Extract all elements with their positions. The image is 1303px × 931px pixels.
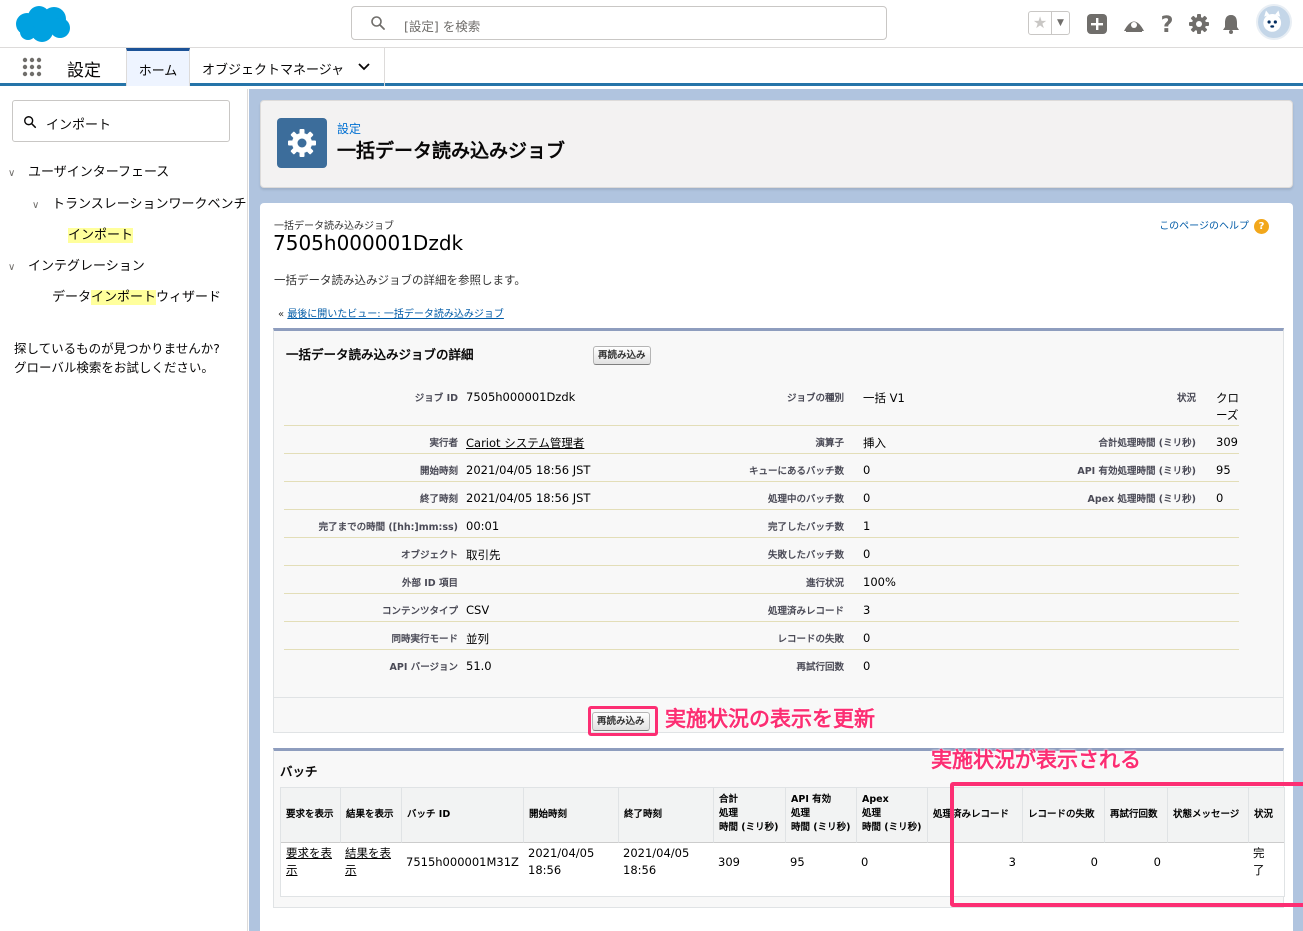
help-icon[interactable]: ? (1155, 12, 1179, 36)
trailhead-icon[interactable] (1122, 12, 1146, 36)
gear-icon[interactable] (1187, 12, 1211, 36)
page-header: 設定 一括データ読み込みジョブ (260, 100, 1293, 188)
view-result-link[interactable]: 結果を表示 (345, 845, 391, 879)
batch-total-time: 309 (718, 855, 740, 869)
chevron-down-icon[interactable]: ∨ (8, 262, 20, 273)
record-name: 7505h000001Dzdk (273, 231, 464, 255)
global-search-input[interactable]: [設定] を検索 (351, 6, 887, 40)
search-icon (24, 116, 37, 129)
back-link[interactable]: « 最後に開いたビュー: 一括データ読み込みジョブ (278, 305, 504, 320)
detail-row: 実行者 Cariot システム管理者 演算子 挿入 合計処理時間 (ミリ秒) 3… (284, 426, 1239, 454)
search-placeholder: [設定] を検索 (404, 19, 481, 34)
user-link[interactable]: Cariot システム管理者 (466, 436, 584, 450)
chevron-down-icon[interactable]: ∨ (32, 200, 44, 211)
detail-row: 同時実行モード 並列 レコードの失敗 0 (284, 622, 1239, 650)
add-icon[interactable] (1085, 12, 1109, 36)
detail-row: API バージョン 51.0 再試行回数 0 (389, 659, 871, 673)
annotation-highlight-box (950, 782, 1303, 907)
detail-row: 外部 ID 項目 進行状況 100% (284, 566, 1239, 594)
detail-row: 開始時刻 2021/04/05 18:56 JST キューにあるバッチ数 0 A… (284, 454, 1239, 482)
star-icon[interactable]: ★ (1030, 13, 1050, 33)
record-type-label: 一括データ読み込みジョブ (274, 221, 394, 232)
chevron-down-icon[interactable] (358, 62, 370, 72)
batch-end-time: 2021/04/05 18:56 (623, 846, 690, 877)
chevron-down-icon[interactable]: ∨ (8, 168, 20, 179)
reload-button[interactable]: 再読み込み (593, 346, 651, 365)
tab-home[interactable]: ホーム (126, 48, 190, 86)
setup-sidebar: インポート ∨ ユーザインターフェース ∨ トランスレーションワークベンチ インポー… (0, 89, 248, 931)
annotation-refresh-note: 実施状況の表示を更新 (665, 707, 875, 731)
section-title: バッチ (280, 764, 318, 779)
help-icon[interactable]: ? (1254, 218, 1269, 234)
favorites-dropdown-icon[interactable]: ▼ (1051, 12, 1069, 34)
detail-row: コンテンツタイプ CSV 処理済みレコード 3 (284, 594, 1239, 622)
job-detail-section: 一括データ読み込みジョブの詳細 再読み込み ジョブ ID 7505h000001… (273, 328, 1284, 736)
detail-row: 終了時刻 2021/04/05 18:56 JST 処理中のバッチ数 0 Ape… (284, 482, 1239, 510)
page-description: 一括データ読み込みジョブの詳細を参照します。 (274, 273, 526, 287)
global-header: [設定] を検索 ★ ▼ ? (0, 0, 1303, 48)
bell-icon[interactable] (1219, 12, 1243, 36)
annotation-status-note: 実施状況が表示される (931, 748, 1141, 772)
gear-icon (277, 118, 327, 168)
batch-api-time: 95 (790, 855, 805, 869)
column-header: Apex 処理 時間 (ミリ秒) (857, 788, 928, 843)
section-title: 一括データ読み込みジョブの詳細 (286, 347, 474, 362)
detail-row: オブジェクト 取引先 失敗したバッチ数 0 (284, 538, 1239, 566)
column-header: 合計 処理 時間 (ミリ秒) (714, 788, 786, 843)
tab-home-label: ホーム (138, 64, 178, 79)
avatar[interactable] (1256, 4, 1292, 40)
tree-item-integration[interactable]: ∨ インテグレーション (8, 255, 145, 274)
annotation-highlight-box (588, 706, 658, 736)
tree-item-data-import-wizard[interactable]: データインポートウィザード (52, 286, 221, 305)
tree-item-user-interface[interactable]: ∨ ユーザインターフェース (8, 161, 169, 180)
tab-object-manager-label: オブジェクトマネージャ (202, 63, 345, 78)
column-header: 要求を表示 (281, 788, 341, 843)
search-icon (371, 16, 385, 30)
tree-item-import[interactable]: インポート (68, 224, 134, 243)
quick-find-input[interactable]: インポート (12, 100, 230, 142)
column-header: 終了時刻 (619, 788, 714, 843)
tree-item-translation-workbench[interactable]: ∨ トランスレーションワークベンチ (32, 193, 246, 212)
column-header: API 有効 処理 時間 (ミリ秒) (786, 788, 857, 843)
batch-apex-time: 0 (861, 855, 869, 869)
app-name: 設定 (67, 61, 101, 81)
column-header: 開始時刻 (524, 788, 619, 843)
batch-id: 7515h000001M31Z (406, 855, 519, 869)
main-area: 設定 一括データ読み込みジョブ 一括データ読み込みジョブ 7505h000001… (249, 89, 1303, 931)
batch-start-time: 2021/04/05 18:56 (528, 846, 595, 877)
tab-object-manager[interactable]: オブジェクトマネージャ (190, 48, 385, 86)
breadcrumb[interactable]: 設定 (337, 120, 361, 137)
page-title: 一括データ読み込みジョブ (337, 140, 566, 162)
search-hint: 探しているものが見つかりませんか? グローバル検索をお試しください。 (14, 341, 220, 375)
app-nav-bar: 設定 ホーム オブジェクトマネージャ (0, 48, 1303, 86)
section-divider (274, 697, 1283, 698)
column-header: バッチ ID (402, 788, 524, 843)
detail-row: ジョブ ID 7505h000001Dzdk ジョブの種別 一括 V1 状況 ク… (284, 381, 1239, 426)
view-request-link[interactable]: 要求を表示 (286, 845, 332, 879)
salesforce-cloud-logo[interactable] (12, 4, 72, 44)
detail-row: 完了までの時間 ([hh:]mm:ss) 00:01 完了したバッチ数 1 (284, 510, 1239, 538)
help-link[interactable]: このページのヘルプ? (1159, 217, 1269, 234)
column-header: 結果を表示 (341, 788, 402, 843)
quick-find-value: インポート (46, 118, 112, 133)
favorites-button[interactable]: ★ ▼ (1028, 11, 1070, 35)
svg-text:?: ? (1161, 13, 1174, 36)
content-panel: 一括データ読み込みジョブ 7505h000001Dzdk このページのヘルプ? … (260, 203, 1303, 931)
app-launcher-icon[interactable] (22, 57, 42, 77)
